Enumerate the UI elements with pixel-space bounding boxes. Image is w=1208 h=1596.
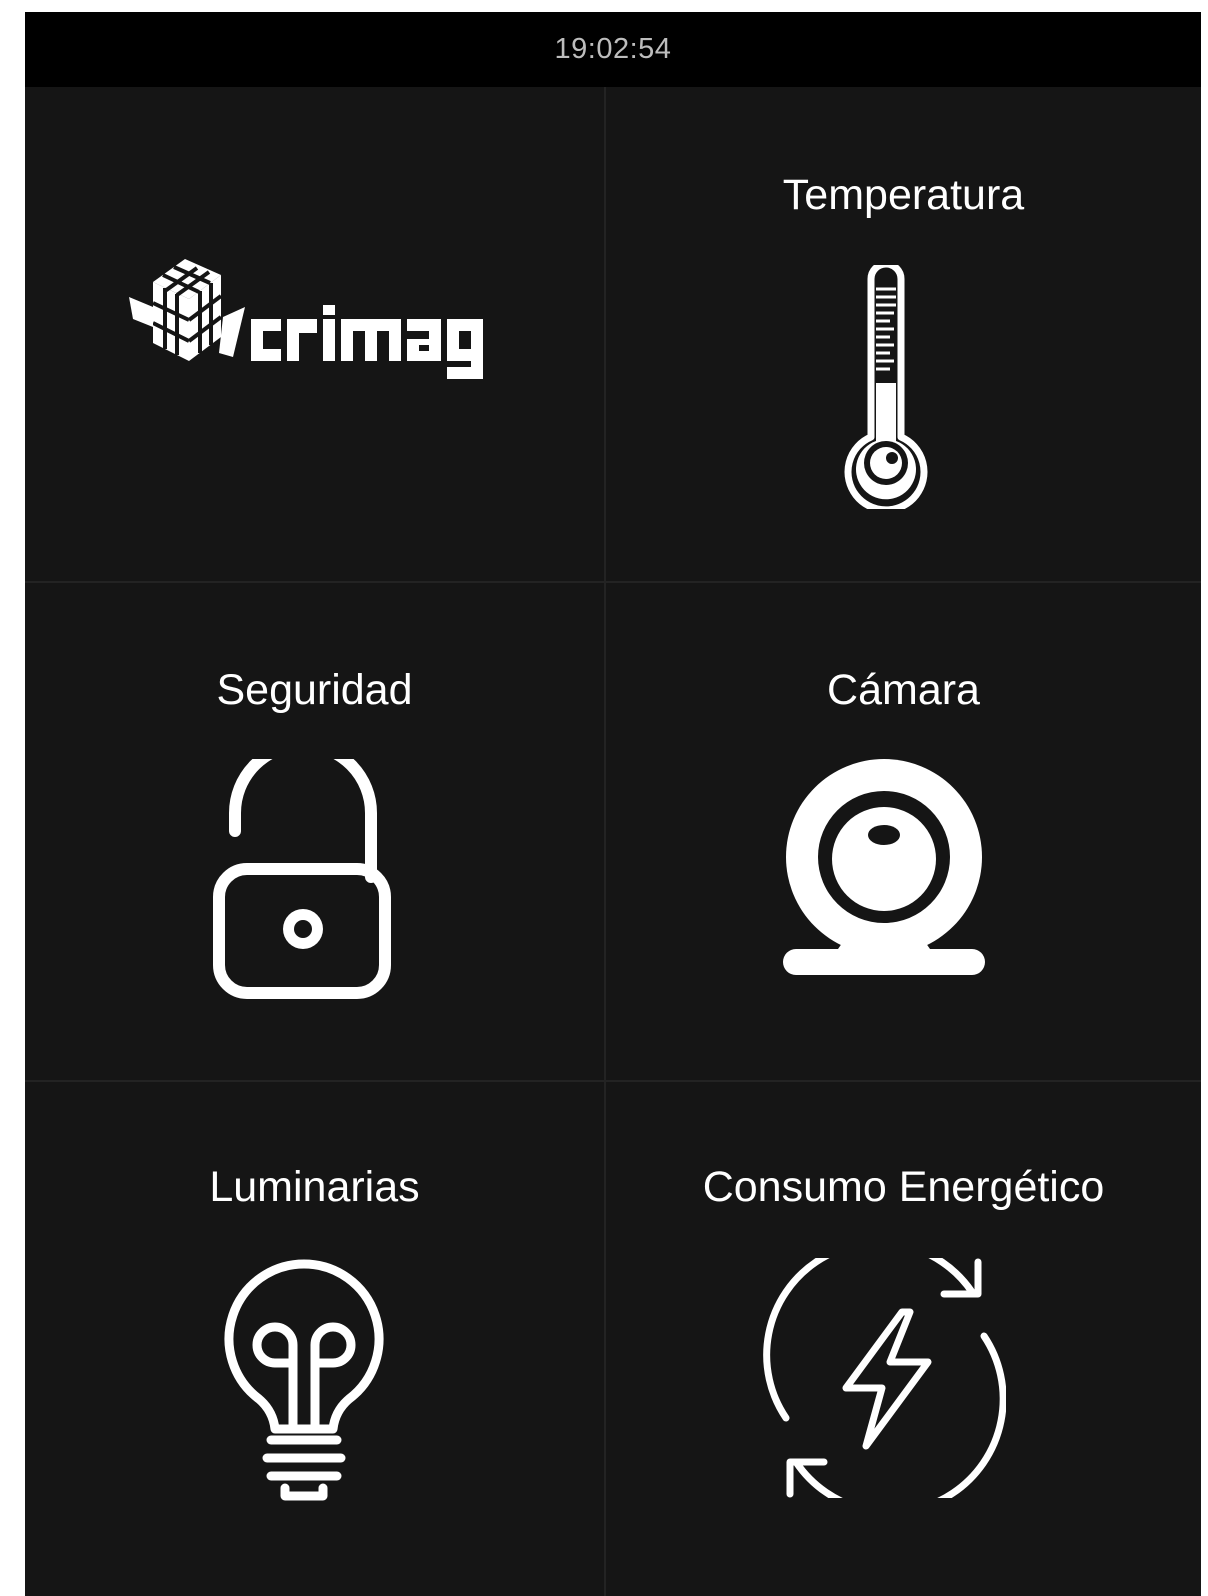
tile-consumo-energetico[interactable]: Consumo Energético [606,1082,1201,1596]
unlocked-padlock-icon [213,759,393,999]
tile-label: Consumo Energético [702,1163,1105,1211]
energy-cycle-icon [762,1258,1006,1498]
tile-luminarias[interactable]: Luminarias [25,1082,604,1596]
tile-camara[interactable]: Cámara [606,583,1201,1080]
status-bar: 19:02:54 [25,12,1201,87]
tile-label: Seguridad [216,666,413,714]
thermometer-icon [836,265,936,509]
tile-seguridad[interactable]: Seguridad [25,583,604,1080]
logo-tile [25,87,604,581]
tile-temperatura[interactable]: Temperatura [606,87,1201,581]
tile-label: Luminarias [209,1163,420,1211]
home-screen: 19:02:54 Temperatura Seguridad Cámara Lu… [25,12,1201,1596]
dashboard-grid: Temperatura Seguridad Cámara Luminarias … [25,87,1201,1596]
tile-label: Cámara [827,666,980,714]
crimag-logo [123,257,513,382]
lightbulb-icon [223,1258,385,1502]
webcam-icon [782,759,986,999]
column-divider [604,87,606,1596]
tile-label: Temperatura [782,171,1025,219]
clock: 19:02:54 [554,33,672,65]
